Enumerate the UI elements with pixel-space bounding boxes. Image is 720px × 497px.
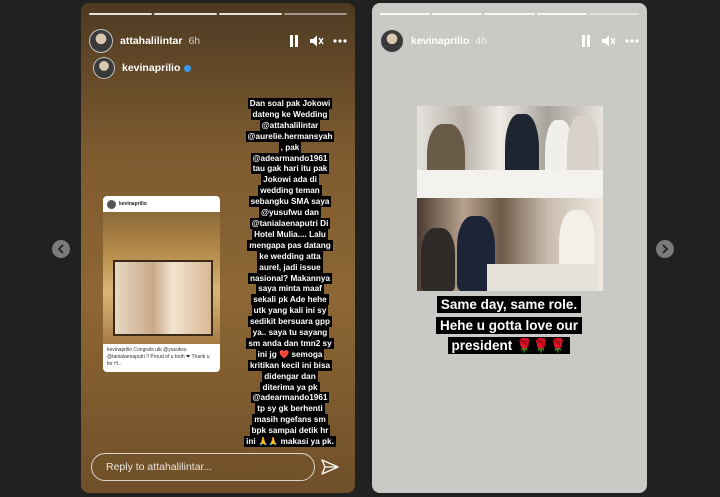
repost-username[interactable]: kevinaprilio <box>122 62 180 74</box>
card-caption: kevinaprilio Congrats utk @yusufwu @tani… <box>107 347 210 367</box>
story-caption: Dan soal pak Jokowi dateng ke Wedding @att… <box>239 98 341 448</box>
story-right[interactable]: kevinaprilio 4h Same day, same role. Hehe… <box>372 3 647 493</box>
story-overlay-text: Same day, same role. Hehe u gotta love ou… <box>414 295 604 357</box>
caption-line: ini 🙏🙏 makasi ya pk. <box>244 436 336 448</box>
post-time: 6h <box>188 35 201 47</box>
caption-line: @adearmando1961 <box>250 392 330 404</box>
card-header: kevinaprilio <box>103 196 220 212</box>
reposted-post-card[interactable]: kevinaprilio kevinaprilio Congrats utk @… <box>103 196 220 372</box>
mute-icon[interactable] <box>310 34 324 48</box>
caption-line: sebangku SMA saya <box>248 196 332 208</box>
progress-segment <box>219 13 282 15</box>
caption-line: wedding teman <box>258 185 322 197</box>
more-icon[interactable] <box>333 34 347 48</box>
pause-icon[interactable] <box>579 34 593 48</box>
caption-line: @aurelie.hermansyah <box>245 130 335 142</box>
wedding-photo <box>103 212 220 344</box>
progress-bars <box>89 13 347 15</box>
progress-segment <box>484 13 535 15</box>
caption-line: diterima ya pk <box>260 381 320 393</box>
repost-header: kevinaprilio <box>93 57 192 79</box>
card-username: kevinaprilio <box>119 201 147 207</box>
verified-icon <box>184 64 192 72</box>
caption-line: tau gak hari itu pak <box>250 163 330 175</box>
pause-icon[interactable] <box>287 34 301 48</box>
caption-line: ke wedding atta <box>257 250 323 262</box>
caption-line: bpk sampai detik hr <box>249 425 331 437</box>
username[interactable]: kevinaprilio <box>411 35 469 47</box>
caption-line: Same day, same role. <box>436 296 582 313</box>
story-left[interactable]: attahalilintar 6h kevinaprilio kevinapri… <box>81 3 355 493</box>
ceremony-photo-bottom <box>417 198 603 291</box>
username[interactable]: attahalilintar <box>120 35 182 47</box>
story-header: attahalilintar 6h <box>89 27 347 55</box>
send-icon[interactable] <box>321 459 339 475</box>
caption-line: , pak <box>278 141 302 153</box>
reply-input[interactable]: Reply to attahalilintar... <box>91 453 315 481</box>
caption-line: nasional? Makannya <box>247 272 333 284</box>
caption-line: sm anda dan tmn2 sy <box>246 337 334 349</box>
caption-line: masih ngefans sm <box>252 414 328 426</box>
caption-line: Hehe u gotta love our <box>435 316 582 334</box>
caption-line: mengapa pas datang <box>247 239 333 251</box>
wedding-screen-image <box>113 260 213 336</box>
progress-bars <box>380 13 640 15</box>
caption-line: Jokowi ada di <box>261 174 319 186</box>
caption-line: @yusufwu dan <box>258 207 322 219</box>
progress-segment <box>588 13 640 15</box>
caption-line: saya minta maaf <box>256 283 324 295</box>
progress-segment <box>154 13 217 15</box>
caption-line: @adearmando1961 <box>250 152 330 164</box>
progress-segment <box>284 13 347 15</box>
avatar[interactable] <box>89 29 113 53</box>
caption-line: ini jg ❤️ semoga <box>255 348 325 360</box>
story-header: kevinaprilio 4h <box>380 27 639 55</box>
caption-line: tp sy gk berhenti <box>255 403 325 415</box>
caption-line: @attahalilintar <box>259 119 321 131</box>
progress-segment <box>380 13 431 15</box>
caption-line: sedikit bersuara gpp <box>247 316 333 328</box>
progress-segment <box>536 13 587 15</box>
caption-line: aurel, jadi issue <box>257 261 323 273</box>
card-avatar <box>107 199 116 209</box>
reply-placeholder: Reply to attahalilintar... <box>106 461 213 473</box>
caption-line: utk yang kali ini sy <box>251 305 329 317</box>
more-icon[interactable] <box>625 34 639 48</box>
caption-line: @tanialaenaputri Di <box>249 217 331 229</box>
ceremony-photo-top <box>417 106 603 198</box>
caption-line: ya.. saya tu sayang <box>250 327 330 339</box>
progress-segment <box>89 13 152 15</box>
progress-segment <box>432 13 483 15</box>
caption-line: Dan soal pak Jokowi <box>247 98 333 109</box>
repost-avatar[interactable] <box>93 57 115 79</box>
avatar[interactable] <box>380 29 404 53</box>
caption-line: kritikan kecil ini bisa <box>247 359 333 371</box>
caption-line: Hotel Mulia.... Lalu <box>252 228 328 240</box>
mute-icon[interactable] <box>602 34 616 48</box>
caption-line: sekali pk Ade hehe <box>251 294 329 306</box>
chevron-right-icon[interactable] <box>656 240 674 258</box>
caption-line: didengar dan <box>262 370 318 382</box>
chevron-left-icon[interactable] <box>52 240 70 258</box>
caption-line: dateng ke Wedding <box>250 108 330 120</box>
post-time: 4h <box>475 35 488 47</box>
caption-line: president 🌹🌹🌹 <box>447 337 571 354</box>
